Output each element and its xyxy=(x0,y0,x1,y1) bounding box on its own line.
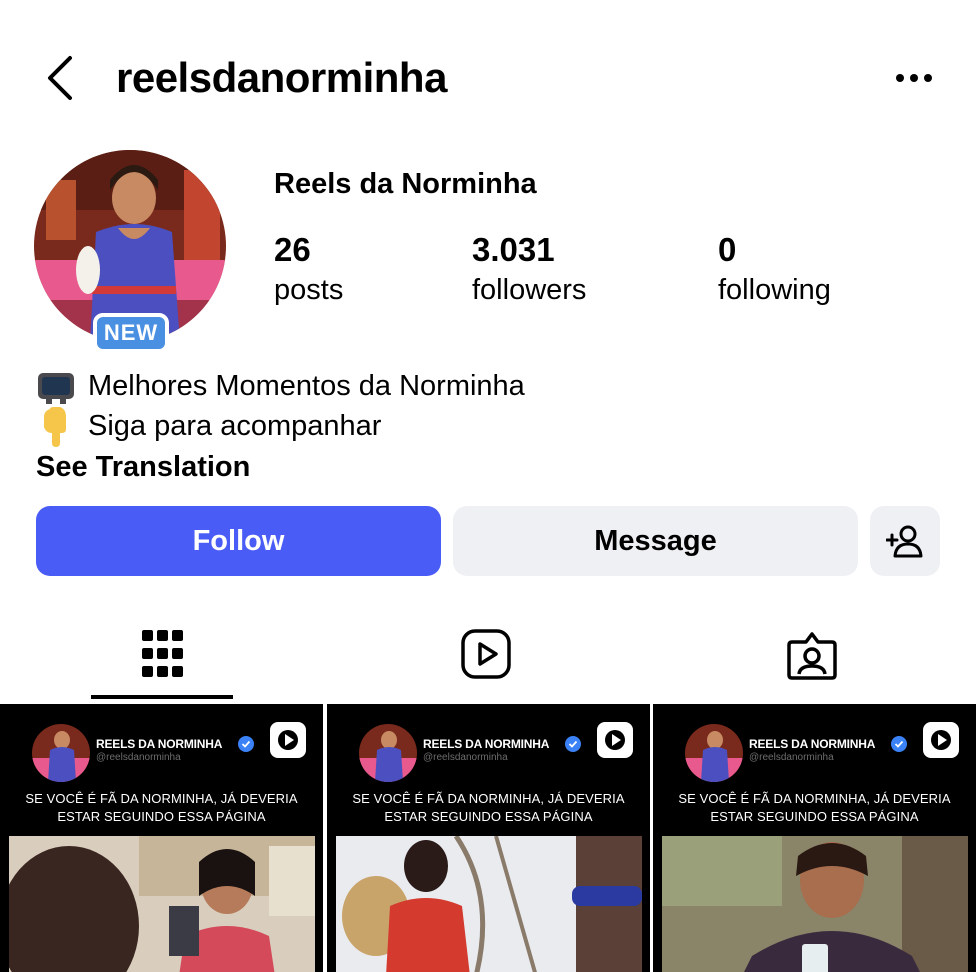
bio-line-1: Melhores Momentos da Norminha xyxy=(36,366,525,407)
post-caption-line: ESTAR SEGUINDO ESSA PÁGINA xyxy=(384,809,593,824)
post-tile[interactable]: REELS DA NORMINHA @reelsdanorminha SE VO… xyxy=(327,704,650,972)
posts-count: 26 xyxy=(274,231,311,268)
followers-label: followers xyxy=(472,274,587,306)
follow-button[interactable]: Follow xyxy=(36,506,441,576)
post-tile[interactable]: REELS DA NORMINHA @reelsdanorminha SE VO… xyxy=(0,704,323,972)
add-person-icon xyxy=(886,525,923,558)
tagged-icon[interactable] xyxy=(786,628,838,680)
active-tab-indicator xyxy=(91,695,233,699)
post-account-name: REELS DA NORMINHA xyxy=(749,737,876,751)
post-account-name: REELS DA NORMINHA xyxy=(96,737,223,751)
verified-icon xyxy=(891,736,907,752)
post-caption-line: SE VOCÊ É FÃ DA NORMINHA, JÁ DEVERIA xyxy=(25,791,298,806)
post-thumbnail xyxy=(9,836,315,972)
post-caption-line: SE VOCÊ É FÃ DA NORMINHA, JÁ DEVERIA xyxy=(352,791,625,806)
verified-icon xyxy=(238,736,254,752)
reel-play-icon xyxy=(597,722,633,758)
post-handle: @reelsdanorminha xyxy=(96,752,181,763)
posts-stat[interactable]: 26 posts xyxy=(274,230,343,308)
new-badge: NEW xyxy=(93,313,169,353)
television-emoji xyxy=(38,373,74,405)
following-label: following xyxy=(718,274,831,306)
post-handle: @reelsdanorminha xyxy=(423,752,508,763)
reel-play-icon xyxy=(270,722,306,758)
pointing-down-emoji xyxy=(44,407,66,448)
post-avatar xyxy=(359,724,417,782)
post-caption-line: ESTAR SEGUINDO ESSA PÁGINA xyxy=(57,809,266,824)
post-caption: SE VOCÊ É FÃ DA NORMINHA, JÁ DEVERIA EST… xyxy=(327,790,650,826)
bio-text-1: Melhores Momentos da Norminha xyxy=(88,370,525,402)
add-person-button[interactable] xyxy=(870,506,940,576)
post-handle: @reelsdanorminha xyxy=(749,752,834,763)
following-stat[interactable]: 0 following xyxy=(718,230,831,308)
message-button[interactable]: Message xyxy=(453,506,858,576)
following-count: 0 xyxy=(718,231,737,268)
post-thumbnail xyxy=(336,836,642,972)
post-account-name: REELS DA NORMINHA xyxy=(423,737,550,751)
more-horizontal-icon[interactable] xyxy=(890,60,940,96)
see-translation-link[interactable]: See Translation xyxy=(36,447,250,487)
verified-icon xyxy=(565,736,581,752)
post-avatar xyxy=(32,724,90,782)
username-title: reelsdanorminha xyxy=(116,54,447,101)
post-caption-line: ESTAR SEGUINDO ESSA PÁGINA xyxy=(710,809,919,824)
chevron-left-icon[interactable] xyxy=(40,52,84,104)
followers-stat[interactable]: 3.031 followers xyxy=(472,230,586,308)
display-name: Reels da Norminha xyxy=(274,168,537,200)
post-tile[interactable]: REELS DA NORMINHA @reelsdanorminha SE VO… xyxy=(653,704,976,972)
posts-label: posts xyxy=(274,274,344,306)
post-caption: SE VOCÊ É FÃ DA NORMINHA, JÁ DEVERIA EST… xyxy=(0,790,323,826)
grid-icon[interactable] xyxy=(136,628,188,680)
reels-icon[interactable] xyxy=(460,628,512,680)
post-avatar xyxy=(685,724,743,782)
reel-play-icon xyxy=(923,722,959,758)
bio-line-2: Siga para acompanhar xyxy=(36,406,382,448)
bio-text-2: Siga para acompanhar xyxy=(88,410,382,442)
post-caption-line: SE VOCÊ É FÃ DA NORMINHA, JÁ DEVERIA xyxy=(678,791,951,806)
post-thumbnail xyxy=(662,836,968,972)
followers-count: 3.031 xyxy=(472,231,555,268)
post-caption: SE VOCÊ É FÃ DA NORMINHA, JÁ DEVERIA EST… xyxy=(653,790,976,826)
